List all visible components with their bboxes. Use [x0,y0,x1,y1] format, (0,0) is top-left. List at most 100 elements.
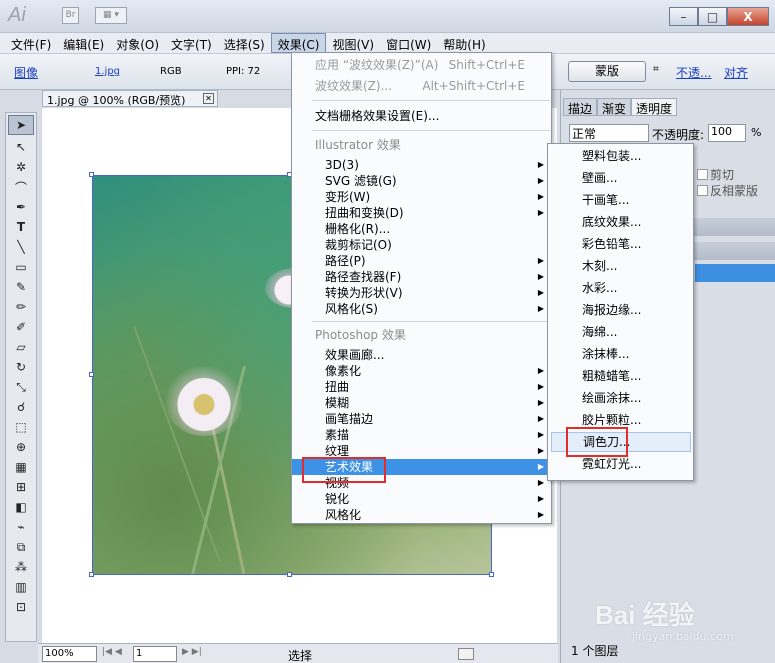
selection-tool-icon[interactable]: ➤ [8,115,34,135]
menu-item-warp[interactable]: 变形(W) ▶ [292,189,551,205]
menu-item-path[interactable]: 路径(P) ▶ [292,253,551,269]
file-link[interactable]: 1.jpg [95,66,120,77]
menu-item-last-effect[interactable]: 波纹效果(Z)... Alt+Shift+Ctrl+E [292,78,551,94]
paintbrush-tool-icon[interactable]: ✎ [6,277,36,297]
eyedropper-tool-icon[interactable]: ⌁ [6,517,36,537]
blob-brush-tool-icon[interactable]: ✐ [6,317,36,337]
menu-item-stylize-ps[interactable]: 风格化 ▶ [292,507,551,523]
menu-edit[interactable]: 编辑(E) [57,33,110,53]
opacity-input[interactable]: 100 [708,124,746,142]
submenu-item-paint-daubs[interactable]: 绘画涂抹... [548,388,693,408]
maximize-button[interactable]: □ [698,7,727,26]
blend-tool-icon[interactable]: ⧉ [6,537,36,557]
mask-button[interactable]: 蒙版 [568,61,646,82]
menu-item-brush-strokes[interactable]: 画笔描边 ▶ [292,411,551,427]
menu-item-distort[interactable]: 扭曲 ▶ [292,379,551,395]
layer-row[interactable] [695,264,775,282]
rotate-tool-icon[interactable]: ↻ [6,357,36,377]
artboard-tool-icon[interactable]: ⊡ [6,597,36,617]
menu-item-effect-gallery[interactable]: 效果画廊... [292,347,551,363]
symbol-sprayer-tool-icon[interactable]: ⁂ [6,557,36,577]
menu-item-convert-to-shape[interactable]: 转换为形状(V) ▶ [292,285,551,301]
submenu-item-rough-pastels[interactable]: 粗糙蜡笔... [548,366,693,386]
image-link[interactable]: 图像 [14,64,38,81]
submenu-item-poster-edges[interactable]: 海报边缘... [548,300,693,320]
submenu-item-fresco[interactable]: 壁画... [548,168,693,188]
eraser-tool-icon[interactable]: ▱ [6,337,36,357]
transform-icon[interactable]: ⌗ [653,64,659,75]
menu-item-stylize-ai[interactable]: 风格化(S) ▶ [292,301,551,317]
clip-checkbox[interactable]: 剪切 [697,166,734,183]
menu-help[interactable]: 帮助(H) [437,33,491,53]
page-select[interactable]: 1 [133,646,177,662]
gradient-tool-icon[interactable]: ◧ [6,497,36,517]
blend-mode-select[interactable]: 正常 [569,124,649,142]
rectangle-tool-icon[interactable]: ▭ [6,257,36,277]
next-page-icon[interactable]: ▶ ▶| [182,647,202,657]
submenu-item-watercolor[interactable]: 水彩... [548,278,693,298]
selection-handle[interactable] [489,572,494,577]
align-link[interactable]: 对齐 [724,64,748,81]
menu-window[interactable]: 窗口(W) [380,33,437,53]
menu-object[interactable]: 对象(O) [110,33,165,53]
selection-handle[interactable] [287,572,292,577]
menu-file[interactable]: 文件(F) [5,33,57,53]
magic-wand-tool-icon[interactable]: ✲ [6,157,36,177]
menu-item-sharpen[interactable]: 锐化 ▶ [292,491,551,507]
scale-tool-icon[interactable]: ⤡ [6,377,36,397]
menu-type[interactable]: 文字(T) [165,33,218,53]
menu-effect[interactable]: 效果(C) [270,33,327,53]
submenu-item-colored-pencil[interactable]: 彩色铅笔... [548,234,693,254]
pencil-tool-icon[interactable]: ✏ [6,297,36,317]
menu-item-crop-marks[interactable]: 裁剪标记(O) [292,237,551,253]
menu-item-distort-transform[interactable]: 扭曲和变换(D) ▶ [292,205,551,221]
submenu-item-smudge-stick[interactable]: 涂抹棒... [548,344,693,364]
menu-item-raster-settings[interactable]: 文档栅格效果设置(E)... [292,108,551,124]
zoom-select[interactable]: 100% [42,646,97,662]
warp-tool-icon[interactable]: ☌ [6,397,36,417]
line-tool-icon[interactable]: ╲ [6,237,36,257]
menu-item-svg-filters[interactable]: SVG 滤镜(G) ▶ [292,173,551,189]
perspective-grid-tool-icon[interactable]: ▦ [6,457,36,477]
menu-item-sketch[interactable]: 素描 ▶ [292,427,551,443]
menu-item-apply-last-effect[interactable]: 应用 “波纹效果(Z)”(A) Shift+Ctrl+E [292,57,551,73]
submenu-item-sponge[interactable]: 海绵... [548,322,693,342]
type-tool-icon[interactable]: T [6,217,36,237]
minimize-button[interactable]: – [669,7,698,26]
tab-stroke[interactable]: 描边 [563,98,598,116]
horizontal-scrollbar-thumb[interactable] [458,648,474,660]
bridge-button[interactable]: Br [62,7,79,24]
first-page-icon[interactable]: |◀ ◀ [102,647,122,657]
mesh-tool-icon[interactable]: ⊞ [6,477,36,497]
menu-item-blur[interactable]: 模糊 ▶ [292,395,551,411]
document-tab[interactable]: 1.jpg @ 100% (RGB/预览) ✕ [42,90,218,107]
submenu-item-underpainting[interactable]: 底纹效果... [548,212,693,232]
selection-handle[interactable] [89,572,94,577]
tab-transparency[interactable]: 透明度 [631,98,678,116]
graph-tool-icon[interactable]: ▥ [6,577,36,597]
menu-view[interactable]: 视图(V) [326,33,380,53]
selection-handle[interactable] [89,172,94,177]
submenu-item-dry-brush[interactable]: 干画笔... [548,190,693,210]
close-document-icon[interactable]: ✕ [203,93,214,104]
direct-selection-tool-icon[interactable]: ↖ [6,137,36,157]
menu-select[interactable]: 选择(S) [218,33,271,53]
submenu-item-neon-glow[interactable]: 霓虹灯光... [548,454,693,474]
menu-item-pathfinder[interactable]: 路径查找器(F) ▶ [292,269,551,285]
arrange-documents-button[interactable]: ▦ ▾ [95,7,127,24]
invert-mask-checkbox[interactable]: 反相蒙版 [697,182,758,199]
submenu-item-cutout[interactable]: 木刻... [548,256,693,276]
close-button[interactable]: X [727,7,769,26]
lasso-tool-icon[interactable]: ⌒ [6,177,36,197]
menu-item-3d[interactable]: 3D(3) ▶ [292,157,551,173]
opacity-link[interactable]: 不透... [676,64,711,81]
shape-builder-tool-icon[interactable]: ⊕ [6,437,36,457]
pen-tool-icon[interactable]: ✒ [6,197,36,217]
menu-item-rasterize[interactable]: 栅格化(R)... [292,221,551,237]
submenu-item-plastic-wrap[interactable]: 塑料包装... [548,146,693,166]
free-transform-tool-icon[interactable]: ⬚ [6,417,36,437]
selection-handle[interactable] [89,372,94,377]
menu-item-pixelate[interactable]: 像素化 ▶ [292,363,551,379]
tab-gradient[interactable]: 渐变 [597,98,632,116]
title-bar: Ai Br ▦ ▾ – □ X [0,0,775,33]
